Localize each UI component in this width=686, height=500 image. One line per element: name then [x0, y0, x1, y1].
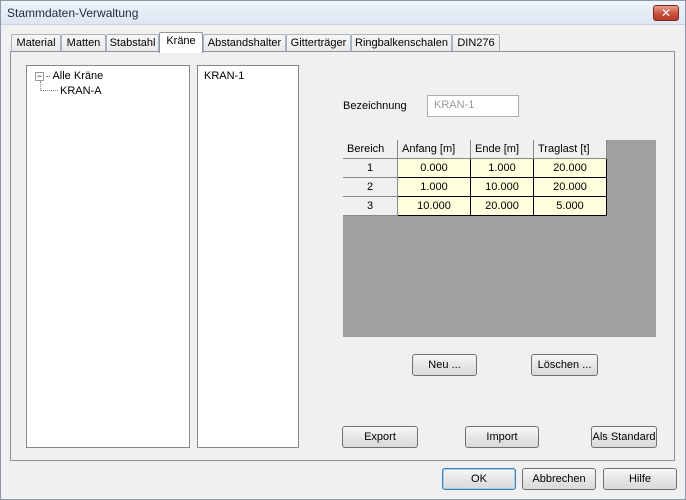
- cell-anfang[interactable]: 10.000: [398, 197, 471, 216]
- cell-ende[interactable]: 20.000: [471, 197, 534, 216]
- collapse-icon[interactable]: −: [35, 71, 44, 81]
- tab-stabstahl[interactable]: Stabstahl: [106, 34, 159, 52]
- new-button[interactable]: Neu ...: [412, 354, 477, 376]
- tab-ringbalkenschalen[interactable]: Ringbalkenschalen: [351, 34, 452, 52]
- tab-kraene[interactable]: Kräne: [159, 32, 203, 53]
- tab-abstandshalter[interactable]: Abstandshalter: [203, 34, 286, 52]
- tab-din276[interactable]: DIN276: [452, 34, 500, 52]
- window-title: Stammdaten-Verwaltung: [7, 6, 139, 20]
- cell-ende[interactable]: 10.000: [471, 178, 534, 197]
- tree-root-label: Alle Kräne: [52, 70, 104, 82]
- cancel-button[interactable]: Abbrechen: [522, 468, 596, 490]
- dialog-window: Stammdaten-Verwaltung ✕ Material Matten …: [0, 0, 686, 500]
- title-bar: Stammdaten-Verwaltung ✕: [1, 1, 685, 25]
- tab-material[interactable]: Material: [11, 34, 61, 52]
- cell-traglast[interactable]: 5.000: [534, 197, 607, 216]
- column-header-traglast[interactable]: Traglast [t]: [534, 140, 607, 159]
- crane-list[interactable]: KRAN-1: [197, 65, 299, 448]
- tree-item-kran-a[interactable]: KRAN-A: [60, 85, 102, 97]
- export-button[interactable]: Export: [342, 426, 418, 448]
- tab-panel: − Alle Kräne KRAN-A KRAN-1 Bezeichnung K…: [10, 51, 675, 461]
- traglast-grid[interactable]: Bereich Anfang [m] Ende [m] Traglast [t]…: [343, 140, 656, 337]
- cell-anfang[interactable]: 1.000: [398, 178, 471, 197]
- close-icon[interactable]: ✕: [653, 5, 679, 21]
- column-header-anfang[interactable]: Anfang [m]: [398, 140, 471, 159]
- ok-button[interactable]: OK: [442, 468, 516, 490]
- set-default-button[interactable]: Als Standard: [591, 426, 657, 448]
- tab-gittertraeger[interactable]: Gitterträger: [286, 34, 351, 52]
- bezeichnung-field[interactable]: KRAN-1: [427, 95, 519, 117]
- list-item[interactable]: KRAN-1: [204, 70, 244, 82]
- delete-button[interactable]: Löschen ...: [531, 354, 598, 376]
- row-header[interactable]: 3: [343, 197, 398, 216]
- cell-anfang[interactable]: 0.000: [398, 159, 471, 178]
- column-header-bereich[interactable]: Bereich: [343, 140, 398, 159]
- tree-root-item[interactable]: − Alle Kräne: [35, 70, 103, 82]
- tab-matten[interactable]: Matten: [61, 34, 106, 52]
- cell-ende[interactable]: 1.000: [471, 159, 534, 178]
- column-header-ende[interactable]: Ende [m]: [471, 140, 534, 159]
- row-header[interactable]: 1: [343, 159, 398, 178]
- crane-tree[interactable]: − Alle Kräne KRAN-A: [26, 65, 190, 448]
- cell-traglast[interactable]: 20.000: [534, 159, 607, 178]
- help-button[interactable]: Hilfe: [603, 468, 677, 490]
- import-button[interactable]: Import: [465, 426, 539, 448]
- cell-traglast[interactable]: 20.000: [534, 178, 607, 197]
- bezeichnung-label: Bezeichnung: [343, 100, 407, 112]
- row-header[interactable]: 2: [343, 178, 398, 197]
